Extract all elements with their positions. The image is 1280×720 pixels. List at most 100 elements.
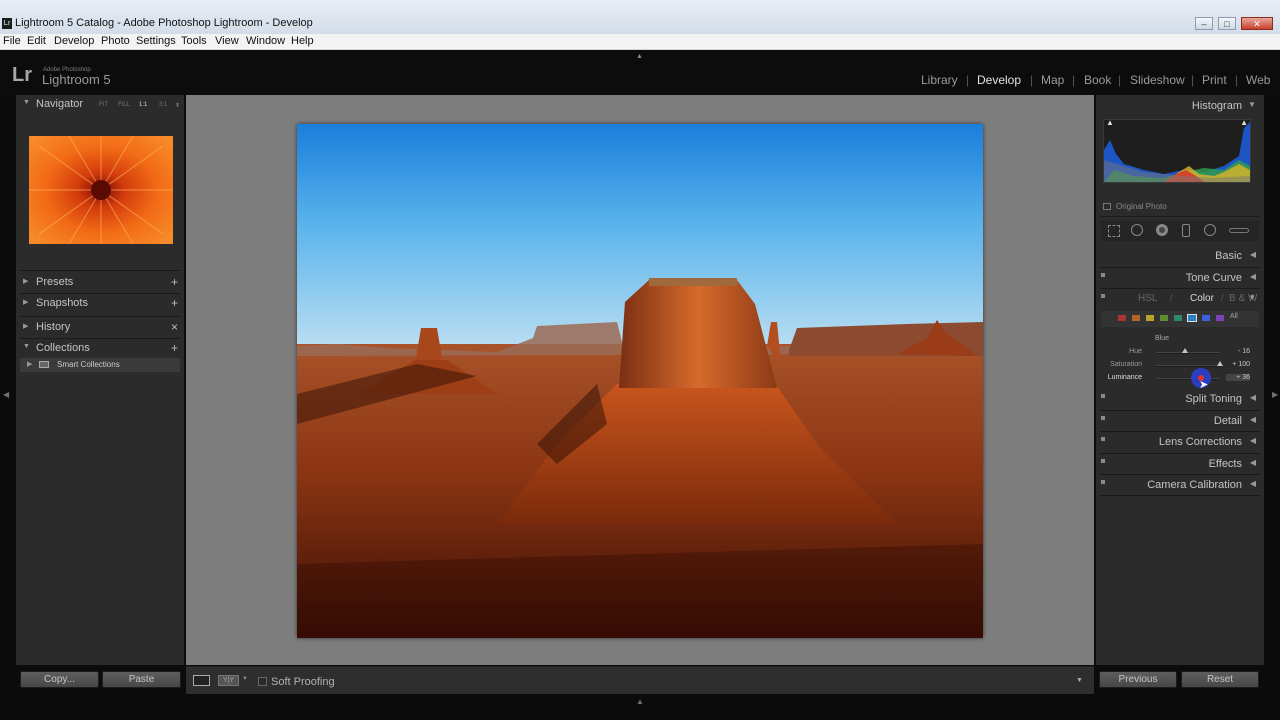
main-photo[interactable] [297,124,983,638]
previous-button[interactable]: Previous [1099,671,1177,688]
nav-ratio-option[interactable]: 3:1 [159,102,167,108]
adjustment-brush-icon[interactable] [1229,228,1249,233]
tab-color[interactable]: Color [1190,293,1214,304]
panel-switch-icon[interactable] [1101,459,1105,463]
lens-corrections-header[interactable]: Lens Corrections ◀ [1096,434,1264,452]
navigator-header[interactable]: ▼ Navigator FIT FILL 1:1 3:1 ⬍ [16,97,184,115]
nav-fill-option[interactable]: FILL [118,102,130,108]
nav-ratio-dropdown-icon[interactable]: ⬍ [175,102,180,109]
shadow-clipping-icon[interactable]: ▲ [1106,118,1114,127]
menu-photo[interactable]: Photo [101,35,130,47]
swatch-aqua[interactable] [1174,315,1182,321]
panel-switch-icon[interactable] [1101,394,1105,398]
tone-curve-header[interactable]: Tone Curve ◀ [1096,270,1264,288]
collections-header[interactable]: ▼ Collections + [16,341,184,359]
nav-fit-option[interactable]: FIT [99,102,108,108]
menu-file[interactable]: File [3,35,21,47]
graduated-filter-icon[interactable] [1182,224,1190,237]
menu-bar: File Edit Develop Photo Settings Tools V… [0,34,1280,50]
snapshots-header[interactable]: ▶ Snapshots + [16,296,184,314]
saturation-value[interactable]: + 100 [1226,361,1250,368]
panel-switch-icon[interactable] [1101,416,1105,420]
chevron-down-icon[interactable]: ▼ [242,676,248,682]
panel-switch-icon[interactable] [1101,480,1105,484]
module-separator: | [1235,73,1239,87]
navigator-preview[interactable] [29,136,173,244]
add-preset-button[interactable]: + [171,275,178,289]
image-canvas[interactable] [186,95,1094,665]
detail-header[interactable]: Detail ◀ [1096,413,1264,431]
clear-history-button[interactable]: × [171,320,178,334]
module-book[interactable]: Book [1084,73,1111,87]
crop-tool-icon[interactable] [1108,225,1120,237]
panel-switch-icon[interactable] [1101,294,1105,298]
menu-edit[interactable]: Edit [27,35,46,47]
swatch-orange[interactable] [1132,315,1140,321]
histogram-header[interactable]: Histogram ▼ [1096,98,1264,116]
red-eye-icon[interactable] [1156,224,1168,236]
split-toning-header[interactable]: Split Toning ◀ [1096,391,1264,409]
add-snapshot-button[interactable]: + [171,296,178,310]
menu-develop[interactable]: Develop [54,35,94,47]
highlight-clipping-icon[interactable]: ▲ [1240,118,1248,127]
hue-value[interactable]: - 16 [1226,348,1250,355]
presets-header[interactable]: ▶ Presets + [16,275,184,293]
paste-button[interactable]: Paste [102,671,181,688]
module-slideshow[interactable]: Slideshow [1130,73,1185,87]
reset-button[interactable]: Reset [1181,671,1259,688]
collapse-top-panel-icon[interactable]: ▲ [636,53,643,60]
menu-help[interactable]: Help [291,35,314,47]
panel-switch-icon[interactable] [1101,437,1105,441]
collapse-filmstrip-icon[interactable]: ▲ [636,697,644,706]
swatch-all[interactable]: All [1230,313,1238,320]
history-header[interactable]: ▶ History × [16,320,184,338]
collapse-left-panel-icon[interactable]: ◀ [3,390,9,399]
hue-slider-knob[interactable] [1182,348,1188,353]
swatch-red[interactable] [1118,315,1126,321]
panel-divider [1100,431,1260,432]
module-print[interactable]: Print [1202,73,1227,87]
original-photo-checkbox[interactable] [1103,203,1111,210]
expand-triangle-icon: ◀ [1249,458,1256,467]
menu-view[interactable]: View [215,35,239,47]
minimize-button[interactable]: – [1195,17,1213,30]
luminance-value[interactable]: + 36 [1226,374,1250,381]
maximize-button[interactable]: □ [1218,17,1236,30]
add-collection-button[interactable]: + [171,341,178,355]
expand-triangle-icon: ◀ [1249,415,1256,424]
close-button[interactable]: ✕ [1241,17,1273,30]
camera-calibration-header[interactable]: Camera Calibration ◀ [1096,477,1264,495]
toolbar-menu-icon[interactable]: ▼ [1076,677,1083,684]
copy-button[interactable]: Copy... [20,671,99,688]
menu-window[interactable]: Window [246,35,285,47]
module-web[interactable]: Web [1246,73,1270,87]
panel-switch-icon[interactable] [1101,273,1105,277]
module-map[interactable]: Map [1041,73,1064,87]
loupe-icon[interactable] [193,675,210,686]
saturation-slider-track[interactable] [1156,365,1220,367]
panel-divider [1100,495,1260,496]
tab-hsl[interactable]: HSL [1138,293,1157,304]
swatch-yellow[interactable] [1146,315,1154,321]
collapse-right-panel-icon[interactable]: ▶ [1272,390,1278,399]
effects-header[interactable]: Effects ◀ [1096,456,1264,474]
module-library[interactable]: Library [921,73,958,87]
list-item[interactable]: ▶ Smart Collections [20,358,180,372]
module-develop[interactable]: Develop [977,73,1021,87]
nav-1to1-option[interactable]: 1:1 [139,102,147,108]
swatch-purple[interactable] [1202,315,1210,321]
panel-divider [1100,216,1260,217]
basic-header[interactable]: Basic ◀ [1096,248,1264,266]
swatch-magenta[interactable] [1216,315,1224,321]
saturation-slider-knob[interactable] [1217,361,1223,366]
menu-settings[interactable]: Settings [136,35,176,47]
swatch-blue[interactable] [1187,314,1197,322]
lens-corrections-title: Lens Corrections [1158,436,1242,448]
soft-proofing-checkbox[interactable] [258,677,267,686]
menu-tools[interactable]: Tools [181,35,207,47]
hue-slider-track[interactable] [1156,352,1220,354]
radial-filter-icon[interactable] [1204,224,1216,236]
swatch-green[interactable] [1160,315,1168,321]
before-after-icon[interactable]: Y|Y [218,675,239,686]
spot-removal-icon[interactable] [1131,224,1143,236]
